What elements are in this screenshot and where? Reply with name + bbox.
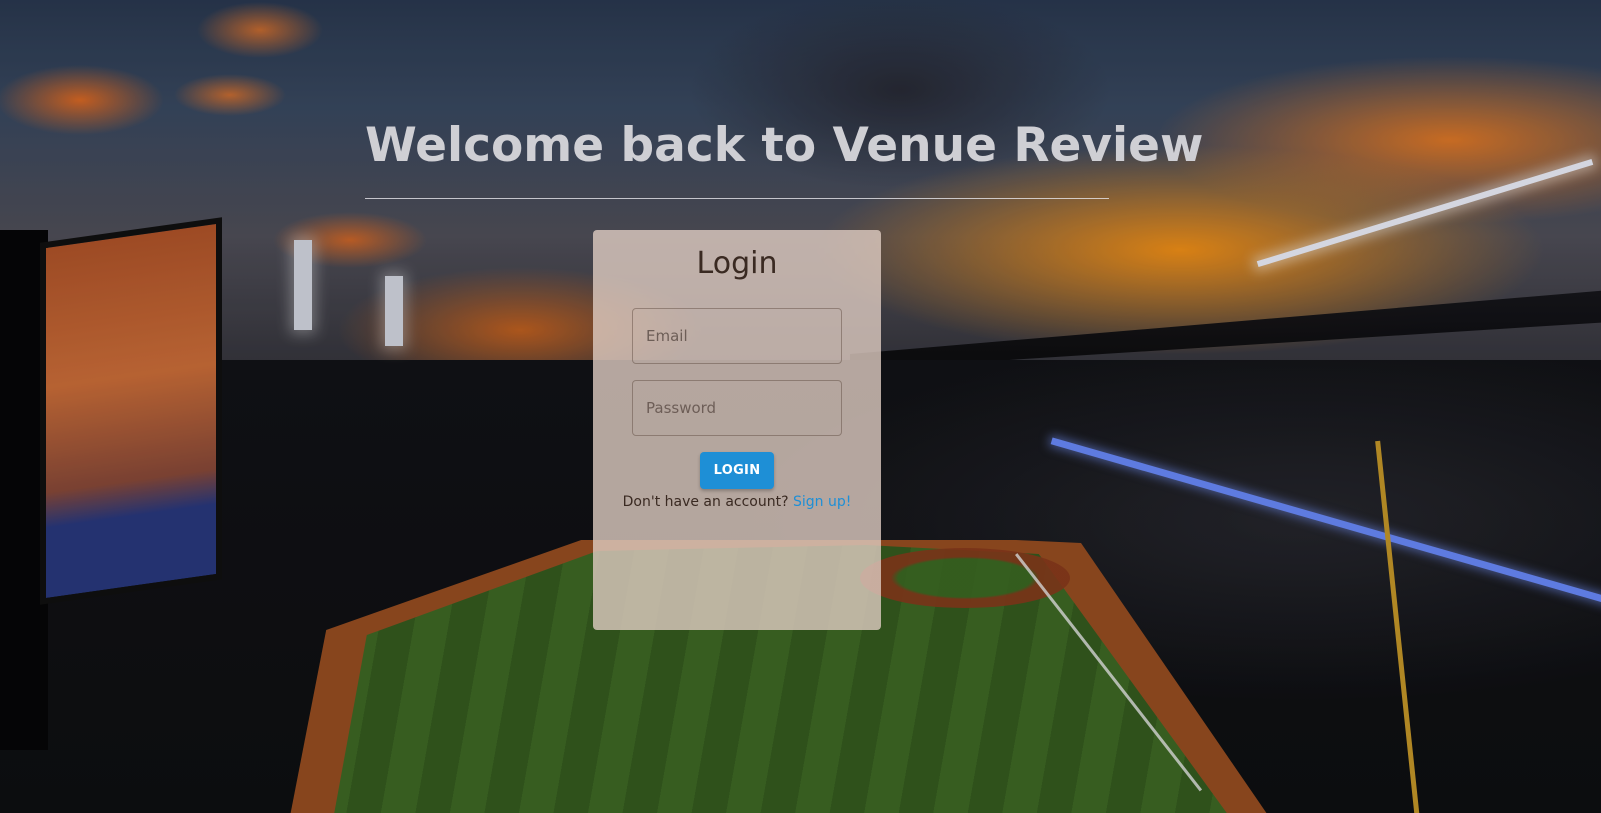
title-divider	[365, 198, 1109, 199]
email-field[interactable]	[632, 308, 842, 364]
page-title: Welcome back to Venue Review	[365, 118, 1204, 173]
signup-prompt-text: Don't have an account?	[622, 494, 789, 510]
login-button[interactable]: LOGIN	[700, 452, 774, 489]
login-form: Login LOGIN Don't have an account? Sign …	[593, 230, 881, 630]
password-field[interactable]	[632, 380, 842, 436]
login-page: Welcome back to Venue Review Login LOGIN…	[0, 0, 1601, 813]
signup-link[interactable]: Sign up!	[793, 494, 851, 510]
login-heading: Login	[696, 246, 778, 281]
signup-prompt: Don't have an account? Sign up!	[593, 494, 881, 510]
